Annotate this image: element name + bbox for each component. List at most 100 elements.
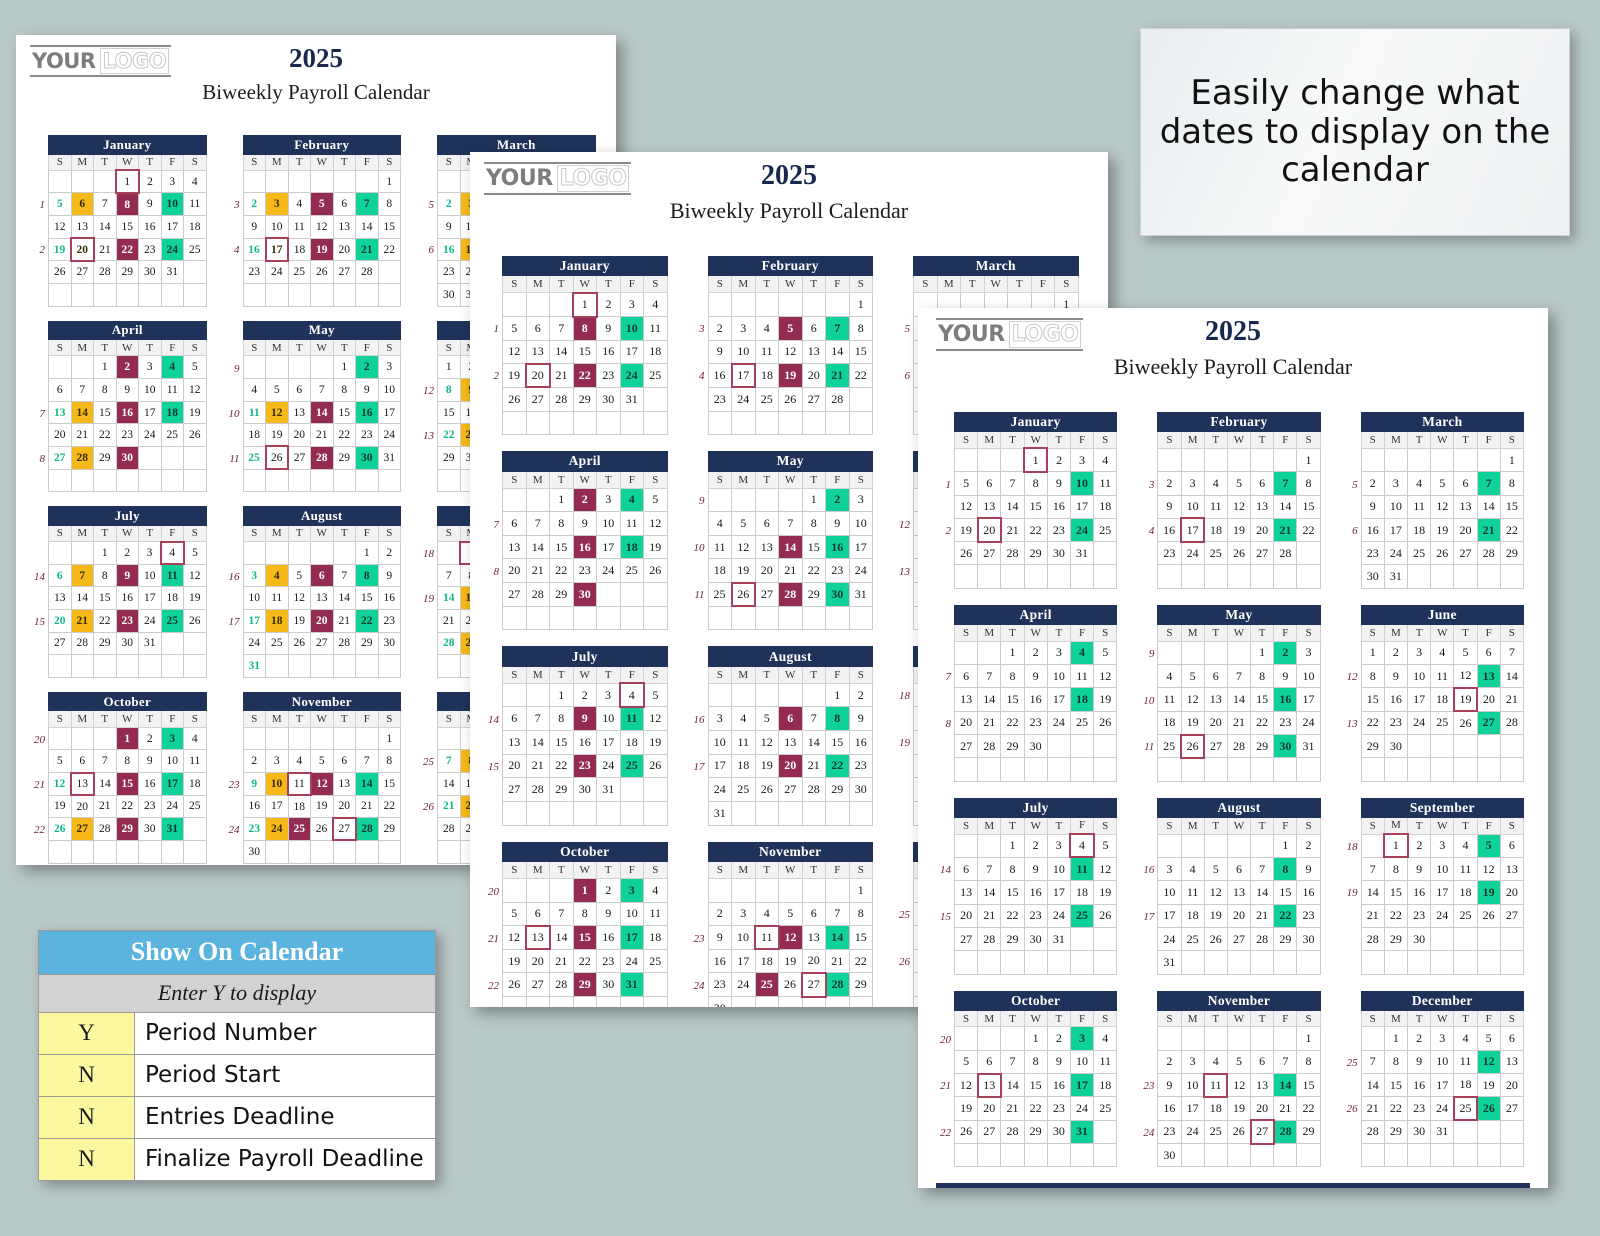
- day-cell-finalize-deadline[interactable]: 23: [572, 753, 597, 779]
- day-cell[interactable]: 21: [778, 558, 803, 584]
- day-cell[interactable]: 9: [1023, 856, 1048, 882]
- day-cell[interactable]: 11: [1406, 494, 1432, 519]
- day-cell[interactable]: 27: [754, 582, 779, 607]
- day-cell-period-start[interactable]: 3: [242, 563, 266, 588]
- day-cell[interactable]: 18: [183, 215, 207, 239]
- day-cell[interactable]: 25: [265, 631, 289, 656]
- day-cell[interactable]: 7: [93, 749, 117, 773]
- day-cell[interactable]: 30: [138, 260, 162, 284]
- day-cell[interactable]: 16: [1360, 517, 1385, 543]
- day-cell[interactable]: 31: [138, 631, 162, 656]
- day-cell[interactable]: 3: [1180, 1049, 1205, 1075]
- day-cell[interactable]: 22: [549, 753, 574, 779]
- day-cell-bank-holiday[interactable]: 1: [115, 169, 140, 194]
- day-cell[interactable]: 18: [1157, 710, 1182, 736]
- day-cell[interactable]: 6: [1250, 471, 1275, 496]
- day-cell[interactable]: 4: [242, 378, 266, 402]
- day-cell[interactable]: 12: [1180, 687, 1205, 712]
- day-cell[interactable]: 15: [437, 400, 461, 425]
- day-cell[interactable]: 1: [1023, 1026, 1048, 1051]
- day-cell-pay-date[interactable]: 22: [355, 608, 379, 633]
- day-cell[interactable]: 15: [377, 772, 401, 796]
- month-table-may[interactable]: May S M T W T F S 1 2 3 4 5 6 7 8 9 10 11 12 13 14 15 16 17 18 19…: [242, 320, 402, 493]
- month-table-november[interactable]: November S M T W T F S 1 2 3 4 5 6 7 8 9 10 11 12 13 14 15 16 1…: [1157, 990, 1321, 1168]
- day-cell[interactable]: 16: [138, 215, 162, 239]
- day-cell[interactable]: 4: [731, 706, 756, 731]
- day-cell[interactable]: 3: [731, 901, 756, 927]
- day-cell[interactable]: 8: [1499, 471, 1524, 496]
- day-cell[interactable]: 9: [115, 378, 139, 402]
- day-cell[interactable]: 3: [1046, 640, 1071, 666]
- day-cell[interactable]: 16: [1157, 1096, 1182, 1121]
- day-cell[interactable]: 15: [848, 339, 873, 365]
- day-cell[interactable]: 20: [1476, 687, 1501, 712]
- day-cell[interactable]: 21: [1000, 1096, 1025, 1121]
- day-cell[interactable]: 15: [549, 730, 574, 755]
- day-cell[interactable]: 3: [138, 355, 162, 380]
- day-cell[interactable]: 25: [1430, 710, 1455, 736]
- day-cell[interactable]: 13: [70, 215, 94, 239]
- day-cell[interactable]: 9: [572, 511, 597, 536]
- day-cell[interactable]: 16: [138, 772, 162, 796]
- day-cell-pay-date[interactable]: 26: [1476, 1096, 1501, 1121]
- day-cell-finalize-deadline[interactable]: 25: [287, 817, 311, 841]
- day-cell[interactable]: 22: [377, 794, 401, 819]
- day-cell[interactable]: 13: [1226, 880, 1252, 905]
- day-cell[interactable]: 9: [825, 511, 850, 536]
- day-cell[interactable]: 14: [1250, 880, 1275, 905]
- day-cell[interactable]: 14: [977, 880, 1002, 905]
- day-cell[interactable]: 7: [93, 192, 117, 217]
- day-cell[interactable]: 10: [731, 925, 756, 950]
- day-cell[interactable]: 30: [138, 817, 162, 841]
- day-cell[interactable]: 15: [1250, 687, 1275, 712]
- day-cell[interactable]: 18: [183, 772, 207, 796]
- day-cell[interactable]: 1: [1296, 1026, 1321, 1051]
- day-cell[interactable]: 12: [643, 511, 668, 536]
- day-cell[interactable]: 6: [70, 749, 94, 773]
- day-cell-pay-date[interactable]: 24: [1069, 517, 1095, 543]
- day-cell[interactable]: 2: [1406, 833, 1432, 858]
- day-cell[interactable]: 7: [1250, 856, 1275, 882]
- day-cell[interactable]: 4: [754, 316, 779, 341]
- day-cell[interactable]: 25: [619, 558, 644, 584]
- day-cell[interactable]: 16: [1383, 687, 1409, 712]
- day-cell[interactable]: 5: [953, 1049, 979, 1075]
- day-cell-bank-holiday[interactable]: 1: [572, 291, 598, 318]
- day-cell[interactable]: 13: [754, 534, 779, 560]
- day-cell[interactable]: 28: [1360, 1119, 1385, 1145]
- day-cell[interactable]: 21: [977, 903, 1002, 928]
- day-cell[interactable]: 18: [287, 237, 311, 262]
- day-cell[interactable]: 14: [93, 215, 117, 239]
- day-cell[interactable]: 23: [1296, 903, 1321, 928]
- day-cell[interactable]: 17: [707, 753, 732, 779]
- day-cell[interactable]: 12: [778, 339, 803, 365]
- day-cell[interactable]: 4: [1093, 447, 1118, 473]
- day-cell[interactable]: 3: [1069, 447, 1095, 473]
- day-cell[interactable]: 13: [1250, 494, 1275, 519]
- day-cell[interactable]: 22: [1360, 710, 1385, 736]
- day-cell[interactable]: 31: [1069, 541, 1095, 566]
- day-cell-pay-date[interactable]: 18: [619, 534, 644, 560]
- day-cell[interactable]: 28: [977, 733, 1002, 759]
- day-cell-finalize-deadline[interactable]: 5: [778, 316, 803, 341]
- day-cell[interactable]: 1: [1000, 640, 1025, 666]
- day-cell-pay-date[interactable]: 30: [825, 582, 850, 607]
- day-cell-bank-holiday[interactable]: 13: [976, 1072, 1002, 1098]
- day-cell[interactable]: 23: [138, 237, 162, 262]
- day-cell[interactable]: 2: [572, 682, 597, 708]
- day-cell[interactable]: 4: [643, 877, 668, 903]
- day-cell[interactable]: 23: [1023, 710, 1048, 736]
- day-cell[interactable]: 21: [437, 608, 461, 633]
- day-cell[interactable]: 10: [1430, 1049, 1455, 1075]
- day-cell-finalize-deadline[interactable]: 2: [115, 355, 139, 380]
- day-cell[interactable]: 24: [1069, 1096, 1095, 1121]
- day-cell[interactable]: 1: [1250, 640, 1275, 666]
- day-cell[interactable]: 11: [1203, 494, 1228, 519]
- day-cell[interactable]: 19: [502, 948, 527, 974]
- day-cell-finalize-deadline[interactable]: 20: [310, 608, 334, 633]
- day-cell[interactable]: 15: [1360, 687, 1385, 712]
- day-cell[interactable]: 19: [1203, 903, 1228, 928]
- day-cell[interactable]: 27: [953, 733, 979, 759]
- day-cell[interactable]: 14: [801, 730, 826, 755]
- day-cell[interactable]: 18: [1180, 903, 1205, 928]
